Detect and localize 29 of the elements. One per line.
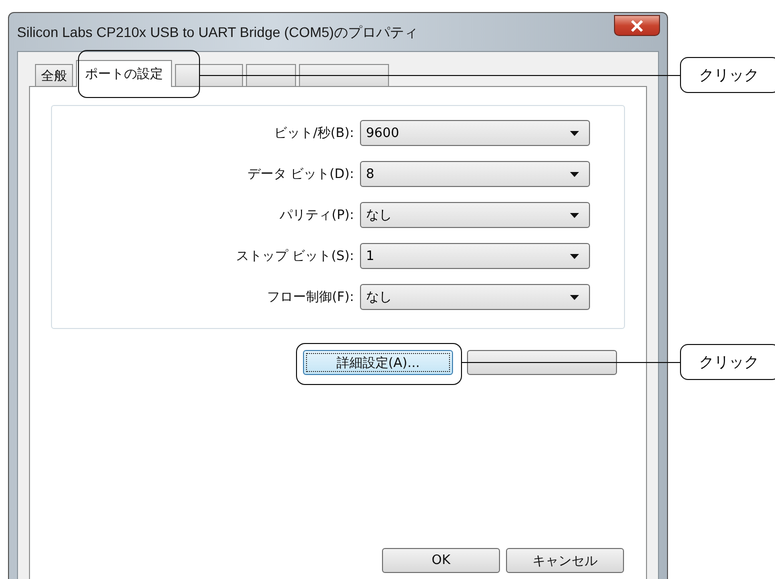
dropdown-arrow-icon [570,172,579,176]
panel-button[interactable]: 詳細設定(A)... [303,350,453,375]
tab[interactable] [246,64,296,86]
tab[interactable] [175,64,243,86]
tab[interactable]: 全般 [35,64,73,86]
dropdown[interactable]: なし [360,202,590,228]
setting-label: ビット/秒(B): [274,125,354,142]
dropdown-arrow-icon [570,254,579,258]
window-title: Silicon Labs CP210x USB to UART Bridge (COM5)のプロパティ [17,24,418,42]
callout-label: クリック [680,344,775,380]
setting-label: フロー制御(F): [266,289,354,306]
panel-button[interactable] [467,350,617,375]
callout-label: クリック [680,57,775,93]
setting-label: ストップ ビット(S): [236,248,354,265]
setting-label: データ ビット(D): [247,166,354,183]
dropdown-arrow-icon [570,130,579,136]
dropdown-arrow-icon [570,294,579,300]
dropdown-arrow-icon [570,212,579,218]
dropdown[interactable]: 1 [360,243,590,269]
close-button[interactable] [614,15,660,36]
dropdown[interactable]: 8 [360,161,590,187]
tab[interactable]: ポートの設定 [76,60,172,87]
dialog-button[interactable]: キャンセル [506,548,624,573]
setting-label: パリティ(P): [280,207,354,224]
tab[interactable] [299,64,389,86]
dropdown[interactable]: 9600 [360,120,590,146]
dropdown[interactable]: なし [360,284,590,310]
close-icon [630,20,644,32]
dialog-button[interactable]: OK [382,548,500,573]
